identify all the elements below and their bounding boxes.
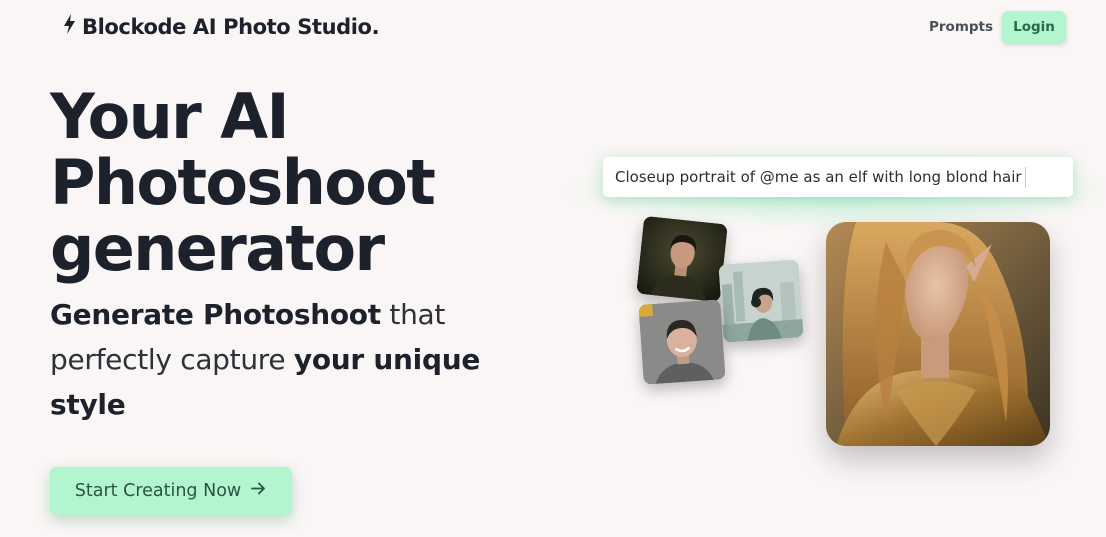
start-creating-button[interactable]: Start Creating Now xyxy=(50,467,292,515)
generated-elf-portrait xyxy=(826,222,1050,446)
hero-title-line: Photoshoot xyxy=(50,146,436,219)
cta-label: Start Creating Now xyxy=(74,481,242,501)
sample-photo-man-dark xyxy=(636,215,728,303)
arrow-right-icon xyxy=(250,480,267,502)
hero-title-line: Your AI xyxy=(50,80,290,153)
lightning-bolt-icon xyxy=(62,13,77,40)
nav-prompts-link[interactable]: Prompts xyxy=(929,19,993,35)
sample-photo-woman-city xyxy=(718,259,804,343)
brand-logo[interactable]: Blockode AI Photo Studio. xyxy=(62,13,380,40)
hero-title: Your AI Photoshoot generator xyxy=(50,84,520,282)
prompt-caret xyxy=(1025,167,1026,188)
sample-photo-smiling-person xyxy=(638,299,726,385)
hero-subtitle: Generate Photoshoot that perfectly captu… xyxy=(50,292,520,427)
hero-title-line: generator xyxy=(50,212,385,285)
login-button[interactable]: Login xyxy=(1002,11,1066,43)
prompt-input[interactable]: Closeup portrait of @me as an elf with l… xyxy=(603,157,1073,197)
brand-name: Blockode AI Photo Studio. xyxy=(82,14,380,39)
subtitle-bold-1: Generate Photoshoot xyxy=(50,298,381,331)
